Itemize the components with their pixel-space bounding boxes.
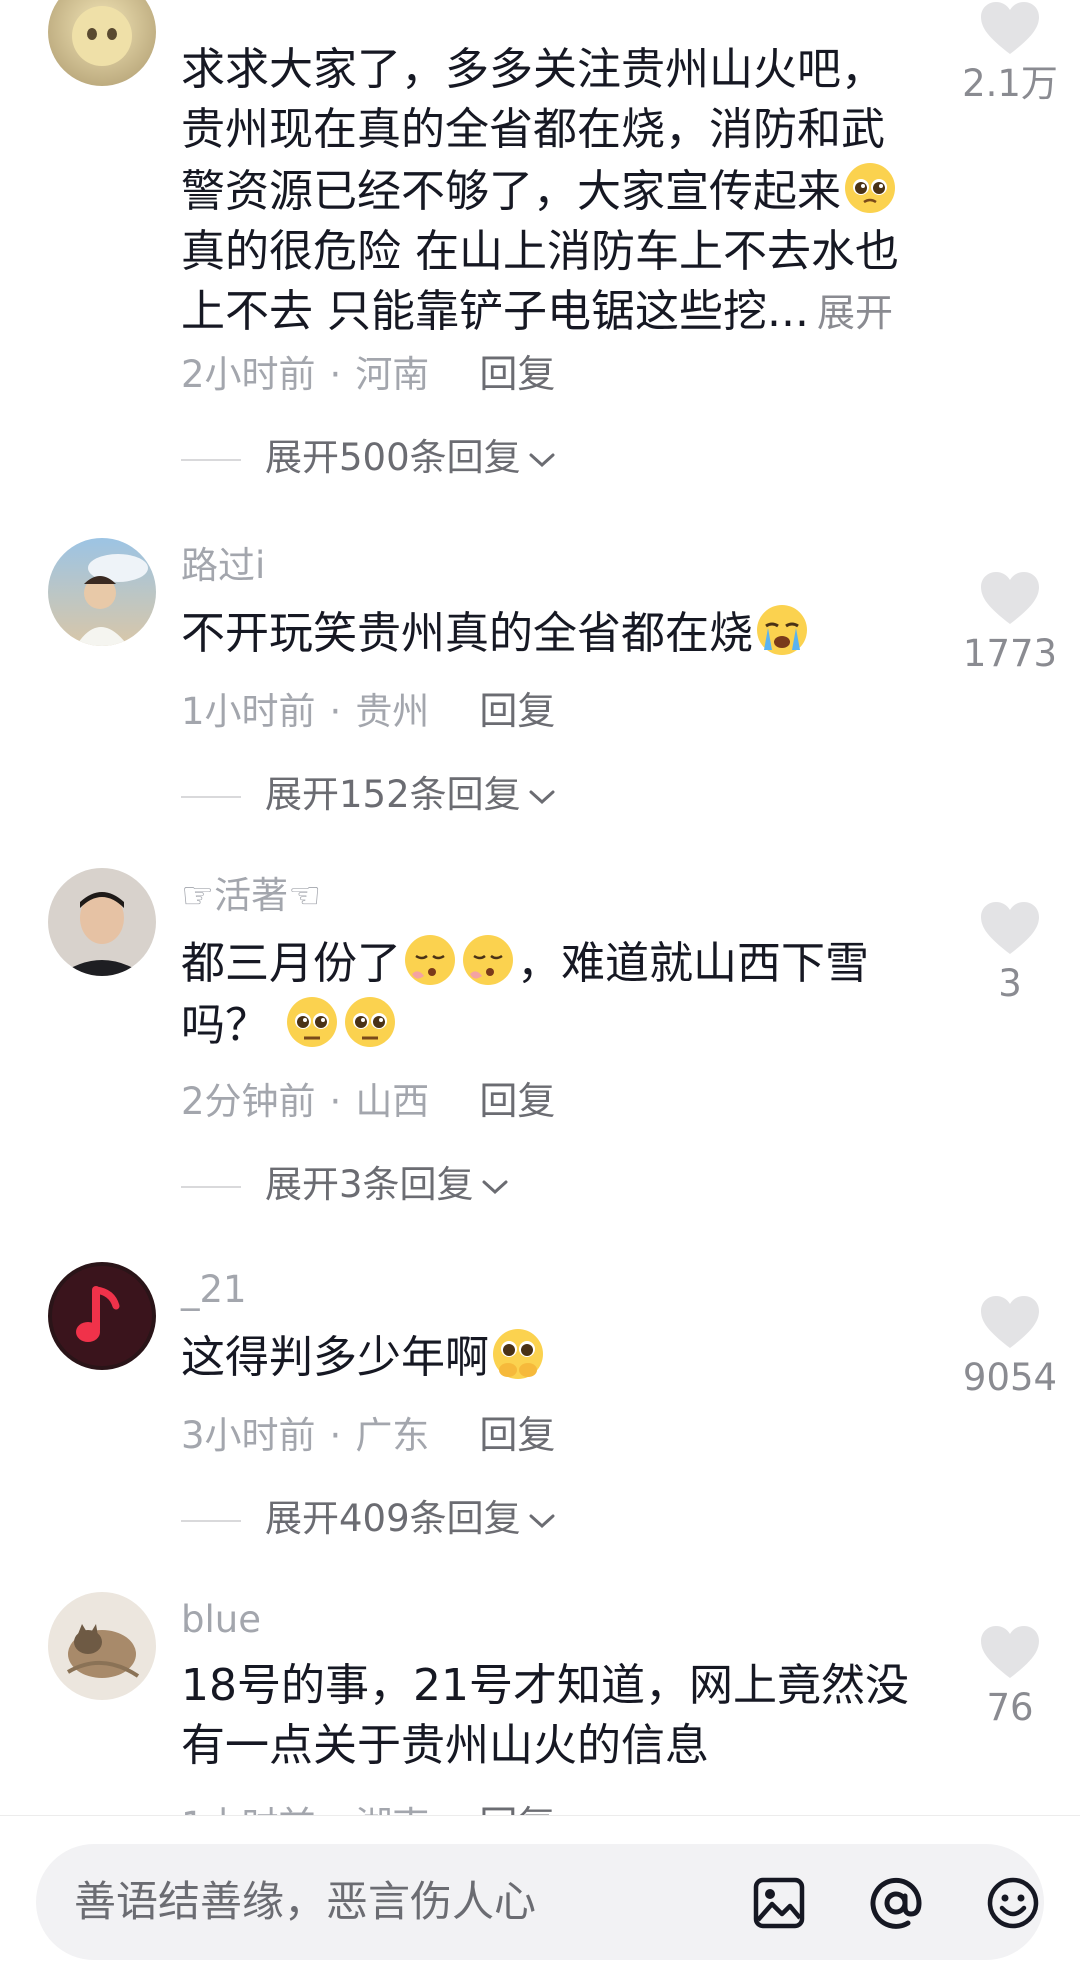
pensive-whistling-emoji — [405, 935, 455, 985]
chevron-down-icon — [529, 790, 555, 804]
image-icon[interactable] — [750, 1874, 808, 1932]
comment-location: 河南 — [355, 353, 430, 396]
like-button[interactable]: 2.1万 — [960, 0, 1060, 106]
username[interactable]: 路过 — [181, 0, 255, 2]
pleading-face-emoji — [345, 997, 395, 1047]
pleading-face-emoji — [845, 163, 895, 213]
pleading-face-emoji — [287, 997, 337, 1047]
at-icon[interactable] — [867, 1874, 925, 1932]
like-button[interactable]: 3 — [960, 900, 1060, 1006]
reply-button[interactable]: 回复 — [479, 1410, 555, 1460]
like-button[interactable]: 76 — [960, 1624, 1060, 1730]
divider-line — [181, 1185, 241, 1188]
emoji-icon[interactable] — [984, 1874, 1042, 1932]
divider-line — [181, 795, 241, 798]
comment-time: 1小时前 — [181, 690, 316, 733]
comment-location: 贵州 — [355, 690, 430, 733]
chevron-down-icon — [529, 1514, 555, 1528]
comment-text: 不开玩笑贵州真的全省都在烧 — [181, 602, 921, 664]
chevron-down-icon — [482, 1180, 508, 1194]
heart-icon — [981, 902, 1039, 954]
comment-time: 2小时前 — [181, 353, 316, 396]
comment-input-field[interactable]: 善语结善缘，恶言伤人心 — [36, 1844, 1044, 1960]
username[interactable]: blue — [181, 1596, 261, 1644]
comment-input-placeholder: 善语结善缘，恶言伤人心 — [74, 1877, 537, 1926]
username[interactable]: ☞活著☜ — [181, 872, 321, 920]
comment-location: 广东 — [355, 1414, 430, 1457]
reply-button[interactable]: 回复 — [479, 686, 555, 736]
like-count: 3 — [998, 962, 1022, 1005]
comment-text: 求求大家了，多多关注贵州山火吧， 贵州现在真的全省都在烧，消防和武 警资源已经不… — [181, 44, 899, 337]
comment-text: 都三月份了 ，难道就山西下雪 吗？ — [181, 932, 921, 1056]
divider-line — [181, 1519, 241, 1522]
expand-replies-button[interactable]: 展开500条回复 — [181, 433, 557, 483]
comment-location: 湖南 — [355, 1804, 429, 1815]
heart-icon — [981, 572, 1039, 624]
divider-line — [181, 458, 241, 461]
hands-over-mouth-pleading-emoji — [493, 1329, 543, 1379]
reply-button[interactable]: 回复 — [479, 1076, 555, 1126]
expand-replies-button[interactable]: 展开409条回复 — [181, 1494, 557, 1544]
comment-meta: 1小时前 · 贵州 回复 — [181, 686, 555, 736]
like-count: 2.1万 — [962, 62, 1058, 105]
comment-panel: 路过 求求大家了，多多关注贵州山火吧， 贵州现在真的全省都在烧，消防和武 警资源… — [0, 0, 1080, 1982]
expand-text-button[interactable]: 展开 — [817, 291, 893, 335]
heart-icon — [981, 1296, 1039, 1348]
comment-time: 2分钟前 — [181, 1080, 316, 1123]
username[interactable]: _21 — [181, 1266, 247, 1314]
avatar[interactable] — [48, 1262, 156, 1370]
avatar[interactable] — [48, 1592, 156, 1700]
avatar[interactable] — [48, 538, 156, 646]
comment-time: 3小时前 — [181, 1414, 316, 1457]
expand-replies-button[interactable]: 展开152条回复 — [181, 770, 557, 820]
avatar[interactable] — [48, 868, 156, 976]
heart-icon — [981, 2, 1039, 54]
username[interactable]: 路过i — [181, 542, 265, 590]
like-button[interactable]: 1773 — [960, 570, 1060, 676]
heart-icon — [981, 1626, 1039, 1678]
comment-text: 18号的事，21号才知道，网上竟然没 有一点关于贵州山火的信息 — [181, 1660, 909, 1771]
avatar[interactable] — [48, 0, 156, 86]
like-count: 76 — [986, 1686, 1034, 1729]
comment-meta: 1小时前·湖南回复 — [181, 1800, 555, 1815]
chevron-down-icon — [529, 453, 555, 467]
reply-button[interactable]: 回复 — [479, 1800, 555, 1815]
comment-location: 山西 — [355, 1080, 430, 1123]
comment-meta: 2小时前 · 河南 回复 — [181, 349, 555, 399]
comment-meta: 2分钟前 · 山西 回复 — [181, 1076, 555, 1126]
comment-text: 这得判多少年啊 — [181, 1326, 921, 1388]
like-count: 9054 — [962, 1356, 1058, 1399]
expand-replies-button[interactable]: 展开3条回复 — [181, 1160, 510, 1210]
comment-input-bar: 善语结善缘，恶言伤人心 — [0, 1815, 1080, 1982]
comment-meta: 3小时前 · 广东 回复 — [181, 1410, 555, 1460]
reply-button[interactable]: 回复 — [479, 349, 555, 399]
comment-list[interactable]: 路过 求求大家了，多多关注贵州山火吧， 贵州现在真的全省都在烧，消防和武 警资源… — [0, 0, 1080, 1815]
comment-time: 1小时前 — [181, 1804, 316, 1815]
like-count: 1773 — [962, 632, 1058, 675]
pensive-whistling-emoji — [463, 935, 513, 985]
like-button[interactable]: 9054 — [960, 1294, 1060, 1400]
crying-face-emoji — [757, 605, 807, 655]
